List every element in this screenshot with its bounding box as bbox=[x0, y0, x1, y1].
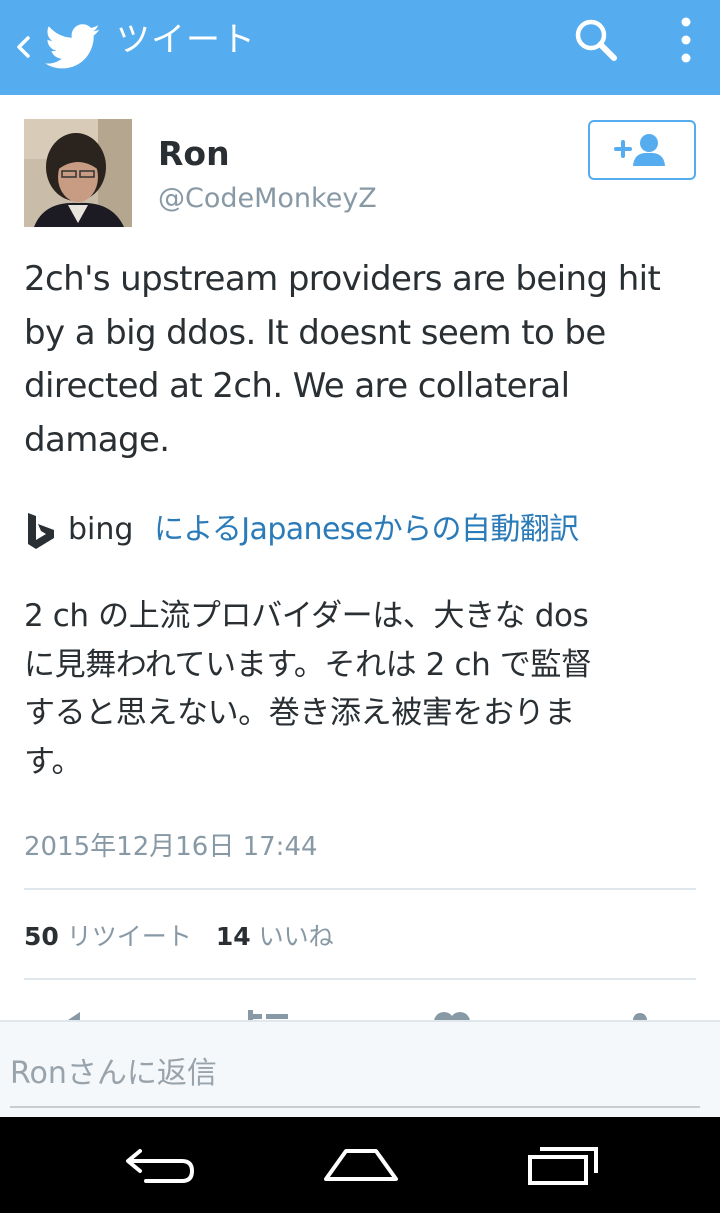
translation-provider: bing bbox=[68, 512, 134, 547]
translation-label[interactable]: によるJapaneseからの自動翻訳 bbox=[154, 510, 579, 550]
chevron-left-icon bbox=[17, 36, 30, 58]
overflow-menu-icon[interactable] bbox=[668, 14, 704, 66]
retweet-label[interactable]: リツイート bbox=[67, 922, 192, 951]
tweet-actions bbox=[0, 1000, 720, 1020]
translation-attribution[interactable]: bing によるJapaneseからの自動翻訳 bbox=[24, 508, 704, 552]
system-nav-bar bbox=[0, 1117, 720, 1213]
like-label[interactable]: いいね bbox=[259, 922, 334, 951]
avatar-photo bbox=[24, 119, 132, 227]
translated-text: 2 ch の上流プロバイダーは、大きな dos に見舞われています。それは 2 … bbox=[24, 598, 592, 780]
tweet-stats: 50 リツイート 14 いいね bbox=[24, 918, 358, 956]
tweet-text: 2ch's upstream providers are being hit b… bbox=[24, 259, 661, 460]
like-count[interactable]: 14 bbox=[216, 922, 251, 951]
search-icon[interactable] bbox=[572, 16, 620, 64]
user-name[interactable]: Ron bbox=[158, 133, 230, 175]
reply-input[interactable] bbox=[10, 1048, 700, 1108]
recents-nav-icon[interactable] bbox=[526, 1145, 600, 1185]
retweet-count[interactable]: 50 bbox=[24, 922, 59, 951]
user-handle[interactable]: @CodeMonkeyZ bbox=[158, 180, 377, 218]
bing-logo-icon bbox=[28, 513, 54, 549]
reply-composer bbox=[0, 1020, 720, 1117]
page-title: ツイート bbox=[116, 20, 256, 60]
divider bbox=[24, 888, 696, 890]
twitter-bird-icon bbox=[45, 24, 100, 69]
follow-user-icon bbox=[614, 134, 665, 166]
retweet-icon[interactable] bbox=[244, 1008, 292, 1020]
avatar[interactable] bbox=[24, 119, 132, 227]
reply-icon[interactable] bbox=[64, 1008, 98, 1020]
share-icon[interactable] bbox=[624, 1008, 654, 1020]
divider bbox=[24, 978, 696, 980]
tweet-detail-screen: ツイート Ron @CodeMonkeyZ 2ch's upstream pro… bbox=[0, 0, 720, 1213]
back-nav-icon[interactable] bbox=[122, 1145, 198, 1185]
tweet-timestamp: 2015年12月16日 17:44 bbox=[24, 832, 318, 862]
app-bar: ツイート bbox=[0, 0, 720, 95]
back-button[interactable] bbox=[6, 22, 106, 72]
like-icon[interactable] bbox=[430, 1008, 474, 1020]
follow-button[interactable] bbox=[588, 120, 696, 180]
home-nav-icon[interactable] bbox=[322, 1145, 400, 1185]
